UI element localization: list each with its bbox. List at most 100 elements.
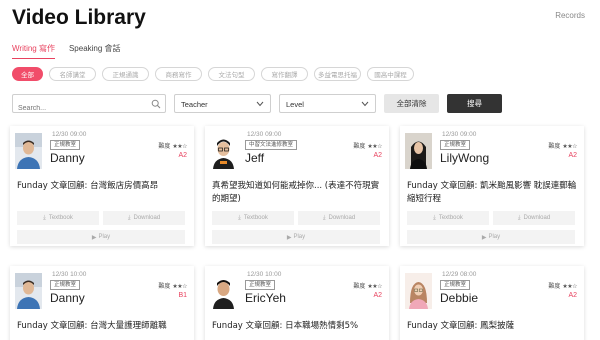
tab-writing[interactable]: Writing 寫作 — [12, 43, 55, 59]
difficulty-stars: ★★☆ — [172, 143, 187, 150]
classroom-badge: 正規教室 — [440, 140, 471, 150]
video-card[interactable]: 12/30 09:00 正規教室 LilyWong 難度 ★★☆ A2 Funday 文章… — [400, 126, 584, 246]
category-tabs: Writing 寫作 Speaking 會話 — [12, 43, 121, 59]
chevron-down-icon — [361, 101, 369, 107]
session-time: 12/30 09:00 — [247, 131, 282, 138]
chip-category[interactable]: 商務寫作 — [155, 67, 202, 81]
download-button[interactable]: ⤓ Download — [493, 211, 575, 225]
video-card[interactable]: 12/30 10:00 正規教室 Danny 難度 ★★☆ B1 Funday 文章回顧:… — [10, 266, 194, 340]
level-badge: A2 — [568, 152, 577, 159]
download-icon: ⤓ — [127, 214, 131, 221]
difficulty-label: 難度 — [353, 143, 366, 150]
session-time: 12/30 10:00 — [247, 271, 282, 278]
download-button[interactable]: ⤓ Download — [298, 211, 380, 225]
video-title[interactable]: Funday 文章回顧: 台灣大量護理師離職 — [17, 320, 189, 333]
classroom-badge: 中習文法進修教室 — [245, 140, 298, 150]
download-icon: ⤓ — [433, 214, 436, 221]
teacher-name: LilyWong — [440, 151, 490, 165]
difficulty-label: 難度 — [548, 283, 561, 290]
play-button[interactable]: ▶ Play — [407, 230, 575, 244]
textbook-button[interactable]: ⤓ Textbook — [212, 211, 294, 225]
play-button[interactable]: ▶ Play — [212, 230, 380, 244]
difficulty-rating: 難度 ★★☆ — [158, 281, 187, 290]
teacher-select[interactable]: Teacher — [174, 94, 271, 113]
download-icon: ⤓ — [43, 214, 46, 221]
chip-category[interactable]: 名師講堂 — [49, 67, 96, 81]
classroom-badge: 正規教室 — [50, 140, 81, 150]
download-label: Download — [523, 215, 551, 221]
search-icon[interactable] — [151, 99, 161, 109]
difficulty-stars: ★★☆ — [367, 143, 382, 150]
teacher-name: Danny — [50, 291, 85, 305]
chip-category[interactable]: 正規通識 — [102, 67, 149, 81]
difficulty-label: 難度 — [353, 283, 366, 290]
teacher-name: Debbie — [440, 291, 479, 305]
chip-category[interactable]: 國高中課程 — [367, 67, 414, 81]
level-badge: A2 — [373, 152, 382, 159]
textbook-label: Textbook — [438, 215, 463, 221]
play-icon: ▶ — [286, 234, 292, 241]
card-actions: ⤓ Textbook ⤓ Download — [212, 211, 380, 225]
video-card[interactable]: 12/30 10:00 正規教室 EricYeh 難度 ★★☆ A2 Funday 文章回… — [205, 266, 389, 340]
video-card[interactable]: 12/30 09:00 中習文法進修教室 Jeff 難度 ★★☆ A2 真希望我知道如何能… — [205, 126, 389, 246]
teacher-name: Danny — [50, 151, 85, 165]
play-icon: ▶ — [481, 234, 487, 241]
teacher-select-label: Teacher — [181, 100, 208, 109]
teacher-name: EricYeh — [245, 291, 286, 305]
difficulty-stars: ★★☆ — [367, 283, 382, 290]
teacher-avatar — [210, 273, 237, 309]
difficulty-rating: 難度 ★★☆ — [548, 141, 577, 150]
video-title[interactable]: Funday 文章回顧: 台灣飯店房價高昂 — [17, 180, 189, 193]
download-icon: ⤓ — [238, 214, 241, 221]
level-badge: A2 — [373, 292, 382, 299]
level-badge: B1 — [178, 292, 187, 299]
chip-category[interactable]: 寫作翻譯 — [261, 67, 308, 81]
teacher-avatar — [210, 133, 237, 169]
download-label: Download — [133, 215, 161, 221]
classroom-badge: 正規教室 — [50, 280, 81, 290]
teacher-avatar — [15, 133, 42, 169]
card-actions: ⤓ Textbook ⤓ Download — [17, 211, 185, 225]
difficulty-stars: ★★☆ — [562, 143, 577, 150]
textbook-button[interactable]: ⤓ Textbook — [407, 211, 489, 225]
video-title[interactable]: Funday 文章回顧: 日本職場熱情剩5% — [212, 320, 384, 333]
teacher-name: Jeff — [245, 151, 265, 165]
session-time: 12/30 09:00 — [52, 131, 87, 138]
chip-category[interactable]: 文法句型 — [208, 67, 255, 81]
search-button[interactable]: 搜尋 — [447, 94, 502, 113]
records-link[interactable]: Records — [555, 11, 585, 20]
session-time: 12/30 10:00 — [52, 271, 87, 278]
search-input[interactable] — [18, 100, 146, 117]
video-title[interactable]: Funday 文章回顧: 鳳梨披薩 — [407, 320, 579, 333]
video-card[interactable]: 12/30 09:00 正規教室 Danny 難度 ★★☆ A2 Funday 文章回顧:… — [10, 126, 194, 246]
difficulty-label: 難度 — [158, 143, 171, 150]
chip-category[interactable]: 多益電思托福 — [314, 67, 361, 81]
card-actions: ⤓ Textbook ⤓ Download — [407, 211, 575, 225]
session-time: 12/29 08:00 — [442, 271, 477, 278]
difficulty-rating: 難度 ★★☆ — [158, 141, 187, 150]
video-title[interactable]: Funday 文章回顧: 凱米颱風影響 耽誤連郵輪縮短行程 — [407, 180, 579, 206]
classroom-badge: 正規教室 — [245, 280, 276, 290]
video-title[interactable]: 真希望我知道如何能戒掉你... (表達不符現實的期望) — [212, 180, 384, 206]
download-button[interactable]: ⤓ Download — [103, 211, 185, 225]
textbook-label: Textbook — [243, 215, 268, 221]
level-badge: A2 — [568, 292, 577, 299]
textbook-button[interactable]: ⤓ Textbook — [17, 211, 99, 225]
difficulty-label: 難度 — [548, 143, 561, 150]
difficulty-stars: ★★☆ — [172, 283, 187, 290]
difficulty-label: 難度 — [158, 283, 171, 290]
level-select-label: Level — [286, 100, 304, 109]
video-card[interactable]: 12/29 08:00 正規教室 Debbie 難度 ★★☆ A2 Funday 文章回顧… — [400, 266, 584, 340]
clear-all-button[interactable]: 全部清除 — [384, 94, 439, 113]
download-label: Download — [328, 215, 356, 221]
level-badge: A2 — [178, 152, 187, 159]
download-icon: ⤓ — [517, 214, 521, 221]
filter-bar: Teacher Level 全部清除 搜尋 — [0, 94, 600, 117]
tab-speaking[interactable]: Speaking 會話 — [69, 43, 121, 59]
difficulty-rating: 難度 ★★☆ — [353, 141, 382, 150]
search-box — [12, 94, 166, 117]
chip-all[interactable]: 全部 — [12, 67, 43, 81]
level-select[interactable]: Level — [279, 94, 376, 113]
teacher-avatar — [405, 273, 432, 309]
play-button[interactable]: ▶ Play — [17, 230, 185, 244]
